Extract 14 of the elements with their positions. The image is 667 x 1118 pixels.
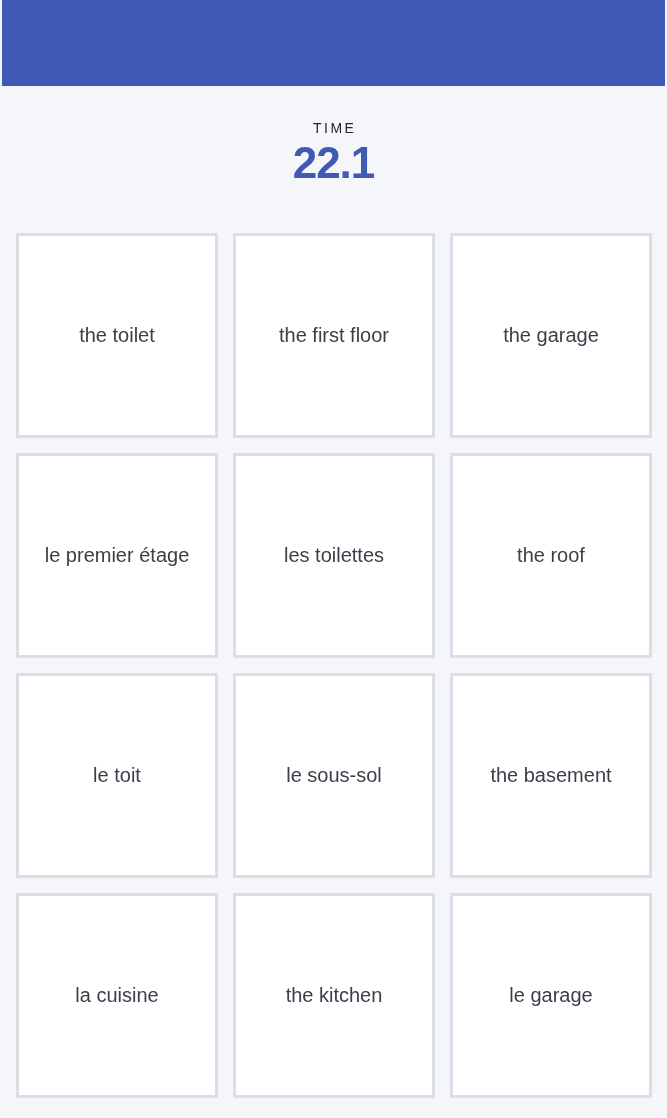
- word-card[interactable]: the first floor: [233, 233, 435, 438]
- word-card[interactable]: le garage: [450, 893, 652, 1098]
- timer-value: 22.1: [292, 139, 375, 187]
- word-card[interactable]: the garage: [450, 233, 652, 438]
- word-card[interactable]: la cuisine: [16, 893, 218, 1098]
- word-card[interactable]: le sous-sol: [233, 673, 435, 878]
- word-card[interactable]: the basement: [450, 673, 652, 878]
- word-card[interactable]: the toilet: [16, 233, 218, 438]
- word-card[interactable]: the roof: [450, 453, 652, 658]
- word-card[interactable]: the kitchen: [233, 893, 435, 1098]
- word-card[interactable]: le toit: [16, 673, 218, 878]
- word-card[interactable]: les toilettes: [233, 453, 435, 658]
- timer-label: TIME: [312, 119, 357, 137]
- word-card[interactable]: le premier étage: [16, 453, 218, 658]
